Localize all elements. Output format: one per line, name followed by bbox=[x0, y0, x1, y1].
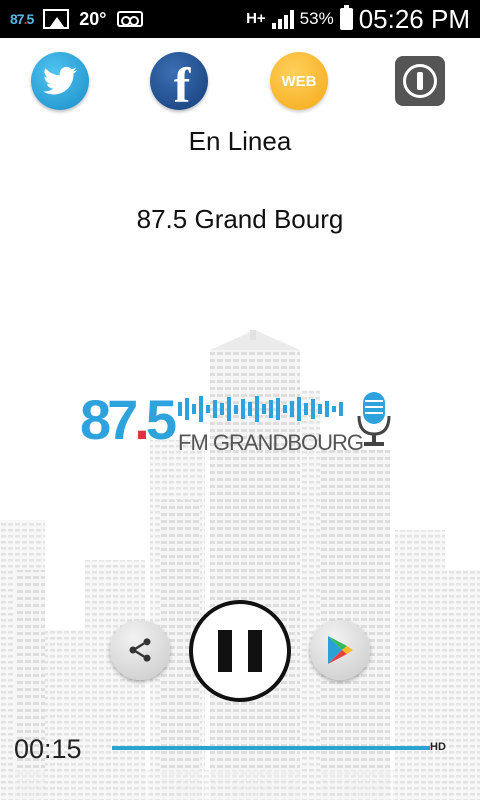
power-button[interactable] bbox=[395, 56, 445, 106]
pause-icon-bar-left bbox=[218, 630, 232, 672]
station-name: 87.5 Grand Bourg bbox=[136, 204, 344, 234]
station-logo: 87.5 FM GRANDBOURG bbox=[80, 390, 400, 460]
gallery-icon bbox=[43, 9, 70, 29]
signal-icon bbox=[271, 9, 294, 29]
twitter-button[interactable] bbox=[31, 52, 89, 110]
facebook-button[interactable]: f bbox=[150, 52, 208, 110]
progress-bar[interactable] bbox=[112, 746, 430, 750]
twitter-bird-icon bbox=[43, 66, 77, 95]
status-bar-left: 87.5 20° bbox=[10, 0, 143, 38]
temperature-text: 20° bbox=[79, 8, 107, 29]
play-store-icon bbox=[328, 636, 353, 664]
player-panel: 87.5 FM GRANDBOURG 00:15 HD bbox=[0, 330, 480, 800]
social-row: f WEB bbox=[0, 52, 480, 110]
share-icon bbox=[129, 638, 151, 662]
status-bar-right: H+ 53% 05:26 PM bbox=[246, 0, 470, 38]
web-button[interactable]: WEB bbox=[270, 52, 328, 110]
web-button-label: WEB bbox=[281, 72, 317, 90]
app-notification-icon: 87.5 bbox=[10, 11, 34, 27]
clock: 05:26 PM bbox=[358, 3, 470, 34]
share-button[interactable] bbox=[110, 620, 170, 680]
power-icon bbox=[403, 64, 437, 98]
pause-button[interactable] bbox=[189, 600, 291, 702]
battery-icon bbox=[339, 5, 353, 30]
equalizer-graphic bbox=[178, 394, 343, 424]
status-bar: 87.5 20° H+ 53% 05:26 PM bbox=[0, 0, 480, 38]
logo-frequency: 87.5 bbox=[80, 388, 177, 451]
connection-status: En Linea bbox=[188, 126, 292, 156]
play-store-button[interactable] bbox=[310, 620, 370, 680]
hd-badge: HD bbox=[430, 741, 446, 753]
facebook-icon: f bbox=[173, 57, 191, 113]
elapsed-time: 00:15 bbox=[14, 734, 82, 764]
logo-wordmark: FM GRANDBOURG bbox=[178, 430, 364, 455]
pause-icon-bar-right bbox=[248, 630, 262, 672]
battery-percent: 53% bbox=[299, 9, 334, 28]
microphone-icon bbox=[357, 392, 391, 446]
voicemail-icon bbox=[116, 11, 143, 27]
network-type-icon: H+ bbox=[246, 10, 266, 27]
